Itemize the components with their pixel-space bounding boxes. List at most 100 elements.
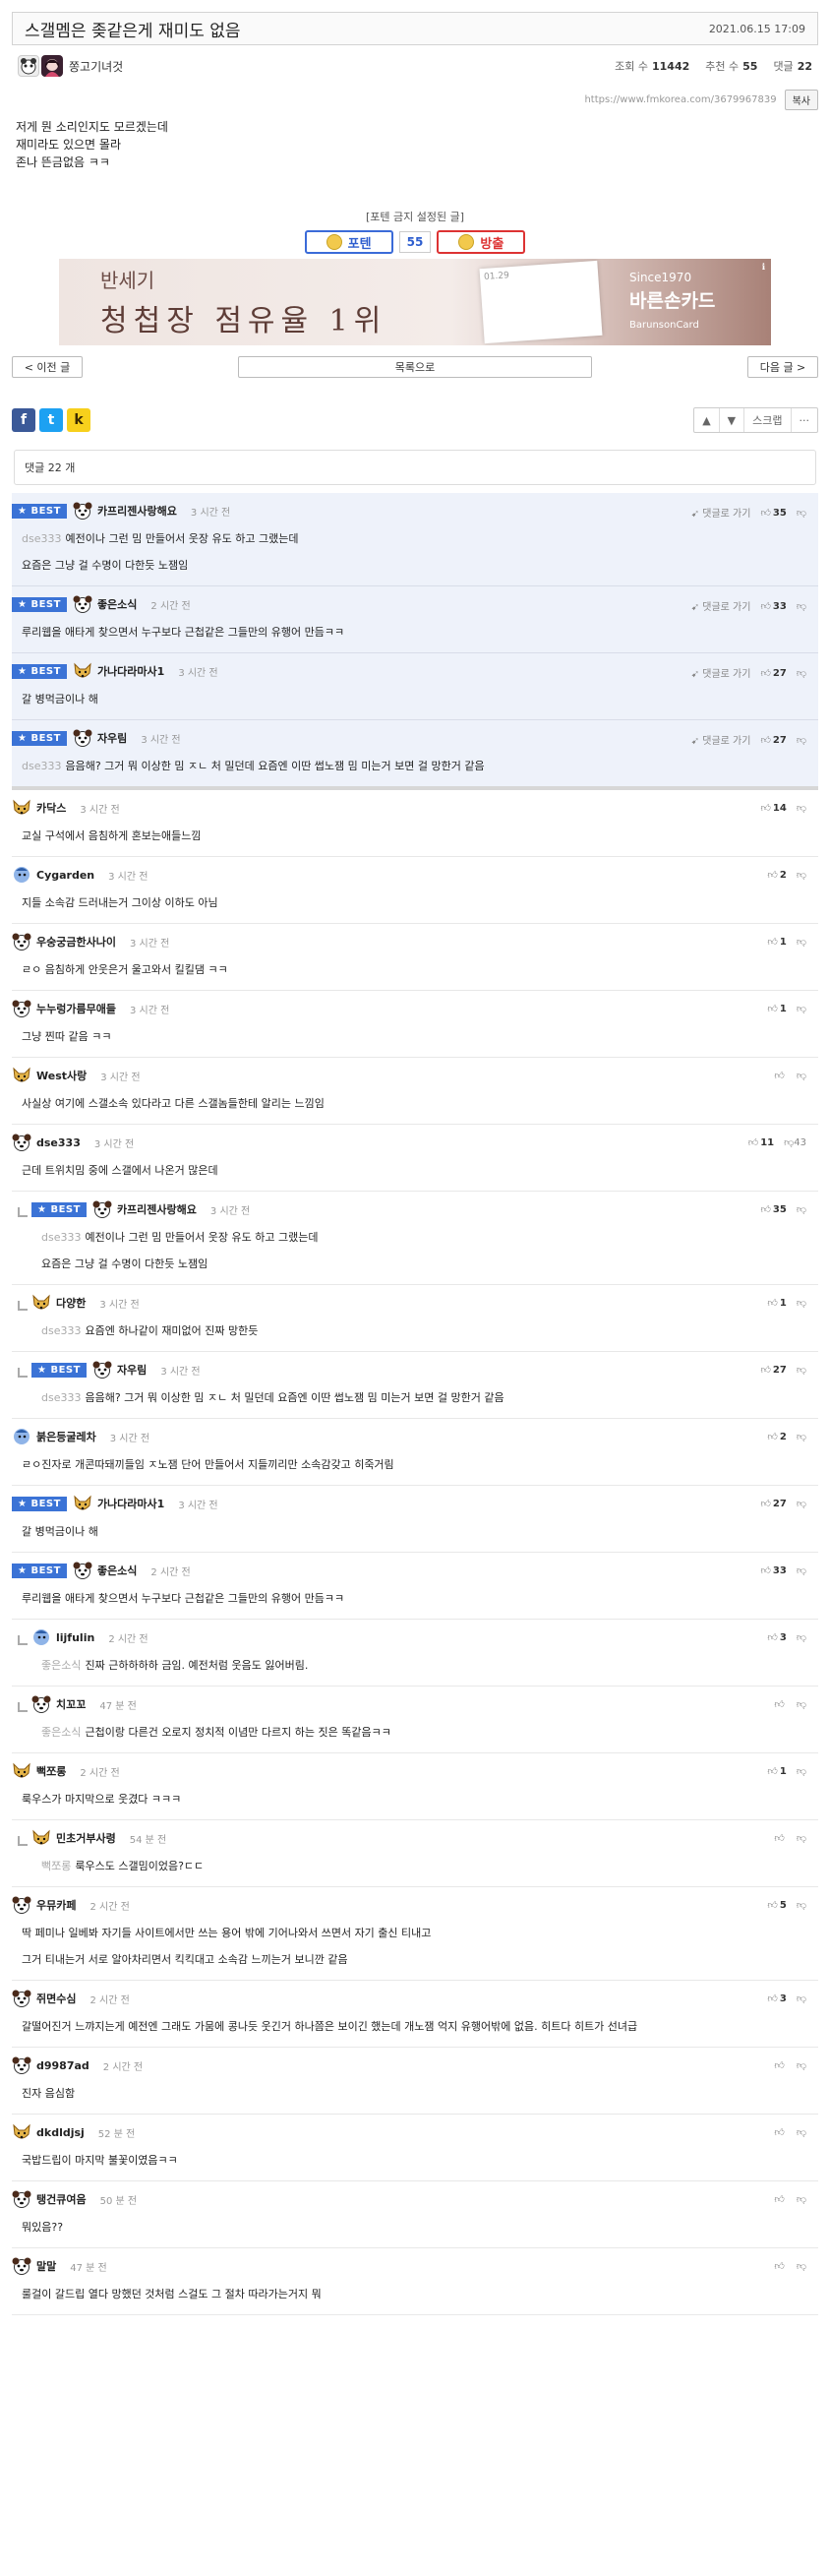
comment-downvote[interactable]: 👎︎43 [784,1136,806,1148]
copy-button[interactable]: 복사 [784,89,818,110]
reply-target[interactable]: 좋은소식 [41,1659,81,1672]
comment-upvote[interactable]: 👍︎ 14 [760,802,786,814]
comment-downvote[interactable]: 👎︎ [797,1698,806,1710]
goto-comment-link[interactable]: ➹ 댓글로 가기 [691,732,751,747]
prev-post-button[interactable]: < 이전 글 [12,356,83,378]
reply-target[interactable]: 뻑쪼롱 [41,1860,71,1872]
reply-target[interactable]: dse333 [22,532,61,545]
comment-downvote[interactable]: 👎︎ [797,600,806,612]
comment-author[interactable]: 좋은소식 [97,1563,137,1578]
comment-upvote[interactable]: 👍︎ 27 [760,1498,786,1509]
comment-author[interactable]: 치꼬꼬 [56,1696,86,1712]
comment-downvote[interactable]: 👎︎ [797,1832,806,1844]
list-button[interactable]: 목록으로 [238,356,592,378]
comment-author[interactable]: 쥐면수심 [36,1991,76,2006]
comment-author[interactable]: 카닥스 [36,800,66,816]
comment-author[interactable]: Cygarden [36,869,94,882]
comment-upvote[interactable]: 👍︎ 27 [760,1364,786,1376]
comment-downvote[interactable]: 👎︎ [797,1003,806,1014]
comment-upvote[interactable]: 👍︎ [774,1832,786,1844]
reply-target[interactable]: dse333 [41,1231,81,1244]
comment-author[interactable]: 붉은등굴레차 [36,1429,96,1444]
comment-downvote[interactable]: 👎︎ [797,1070,806,1081]
comment-author[interactable]: 다양한 [56,1295,86,1311]
comment-author[interactable]: 가나다라마사1 [97,663,164,679]
comment-author[interactable]: 우뮤카페 [36,1897,76,1913]
comment-author[interactable]: 탱건큐여음 [36,2191,87,2207]
comment-upvote[interactable]: 👍︎ [774,1070,786,1081]
post-url[interactable]: https://www.fmkorea.com/3679967839 [584,94,776,105]
author-name[interactable]: 쫑고기녀것 [69,58,123,75]
comment-author[interactable]: d9987ad [36,2059,89,2072]
comment-author[interactable]: 누누렁가름무애들 [36,1001,116,1016]
reply-target[interactable]: dse333 [22,760,61,772]
comment-downvote[interactable]: 👎︎ [797,802,806,814]
comment-upvote[interactable]: 👍︎ 33 [760,1564,786,1576]
comment-upvote[interactable]: 👍︎ 1 [767,1297,786,1309]
comment-downvote[interactable]: 👎︎ [797,1993,806,2004]
comment-downvote[interactable]: 👎︎ [797,1203,806,1215]
scroll-up-icon[interactable]: ▲ [694,408,718,432]
comment-author[interactable]: 카프리젠사랑해요 [117,1201,197,1217]
comment-downvote[interactable]: 👎︎ [797,1431,806,1442]
comment-downvote[interactable]: 👎︎ [797,507,806,519]
comment-downvote[interactable]: 👎︎ [797,1631,806,1643]
comment-author[interactable]: dse333 [36,1136,81,1149]
comment-downvote[interactable]: 👎︎ [797,869,806,881]
comment-upvote[interactable]: 👍︎ 35 [760,507,786,519]
comment-upvote[interactable]: 👍︎ 5 [767,1899,786,1911]
comment-upvote[interactable]: 👍︎ 33 [760,600,786,612]
comment-downvote[interactable]: 👎︎ [797,734,806,746]
goto-comment-link[interactable]: ➹ 댓글로 가기 [691,598,751,613]
ad-info-icon[interactable]: ℹ [762,263,765,273]
comment-upvote[interactable]: 👍︎ 2 [767,1431,786,1442]
comment-upvote[interactable]: 👍︎ [774,2193,786,2205]
comment-upvote[interactable]: 👍︎ 27 [760,667,786,679]
upvote-button[interactable]: 포텐 [304,230,393,254]
goto-comment-link[interactable]: ➹ 댓글로 가기 [691,505,751,520]
comment-author[interactable]: dkdldjsj [36,2126,85,2139]
comment-downvote[interactable]: 👎︎ [797,2126,806,2138]
comment-downvote[interactable]: 👎︎ [797,1564,806,1576]
next-post-button[interactable]: 다음 글 > [747,356,818,378]
comment-author[interactable]: 우숭궁금한사나이 [36,934,116,950]
comment-upvote[interactable]: 👍︎ 1 [767,936,786,948]
comment-upvote[interactable]: 👍︎ 27 [760,734,786,746]
ad-banner[interactable]: 반세기 청첩장 점유율 1위 01.29 Since1970 바른손카드 Bar… [59,259,771,345]
scrap-button[interactable]: 스크랩 [743,408,790,432]
kakaostory-icon[interactable]: k [67,408,90,432]
comment-upvote[interactable]: 👍︎ 11 [748,1136,774,1148]
comment-downvote[interactable]: 👎︎ [797,2059,806,2071]
comment-upvote[interactable]: 👍︎ [774,2260,786,2272]
comment-upvote[interactable]: 👍︎ 35 [760,1203,786,1215]
comment-author[interactable]: 카프리젠사랑해요 [97,503,177,519]
more-icon[interactable]: ··· [790,408,818,432]
scroll-down-icon[interactable]: ▼ [718,408,743,432]
comment-downvote[interactable]: 👎︎ [797,667,806,679]
comment-author[interactable]: lijfulin [56,1631,94,1644]
comment-author[interactable]: 좋은소식 [97,596,137,612]
comment-author[interactable]: West사랑 [36,1068,87,1083]
comment-upvote[interactable]: 👍︎ 3 [767,1993,786,2004]
comment-upvote[interactable]: 👍︎ 3 [767,1631,786,1643]
comment-downvote[interactable]: 👎︎ [797,1297,806,1309]
downvote-button[interactable]: 방출 [437,230,526,254]
comment-downvote[interactable]: 👎︎ [797,936,806,948]
comment-author[interactable]: 민초거부사령 [56,1830,116,1846]
twitter-icon[interactable]: t [39,408,63,432]
reply-target[interactable]: dse333 [41,1324,81,1337]
comment-author[interactable]: 자우림 [117,1362,147,1378]
comment-downvote[interactable]: 👎︎ [797,1364,806,1376]
comment-upvote[interactable]: 👍︎ 2 [767,869,786,881]
comment-upvote[interactable]: 👍︎ [774,2126,786,2138]
comment-upvote[interactable]: 👍︎ 1 [767,1765,786,1777]
facebook-icon[interactable]: f [12,408,35,432]
comment-author[interactable]: 가나다라마사1 [97,1496,164,1511]
comment-author[interactable]: 자우림 [97,730,127,746]
comment-upvote[interactable]: 👍︎ 1 [767,1003,786,1014]
comment-author[interactable]: 말말 [36,2258,56,2274]
comment-author[interactable]: 뻑쪼롱 [36,1763,66,1779]
reply-target[interactable]: dse333 [41,1391,81,1404]
comment-downvote[interactable]: 👎︎ [797,2260,806,2272]
comment-downvote[interactable]: 👎︎ [797,1899,806,1911]
